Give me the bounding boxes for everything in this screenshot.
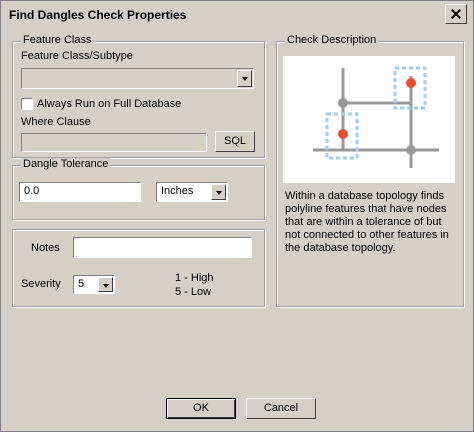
notes-input[interactable] xyxy=(73,237,252,258)
dangle-tolerance-group-label: Dangle Tolerance xyxy=(21,158,111,170)
always-run-checkbox[interactable] xyxy=(21,98,33,110)
chevron-down-icon xyxy=(216,191,222,195)
severity-dropdown[interactable]: 5 xyxy=(73,275,115,294)
close-button[interactable] xyxy=(445,4,467,24)
title-bar[interactable]: Find Dangles Check Properties xyxy=(1,1,473,28)
feature-class-group-label: Feature Class xyxy=(21,34,94,46)
check-description-text: Within a database topology finds polylin… xyxy=(285,190,449,254)
severity-high-legend: 1 - High xyxy=(175,272,214,284)
feature-class-subtype-dropdown[interactable] xyxy=(21,68,254,89)
notes-label: Notes xyxy=(31,242,60,254)
where-clause-label: Where Clause xyxy=(21,116,91,128)
dialog-window: Find Dangles Check Properties Feature Cl… xyxy=(0,0,474,432)
unit-dropdown-button[interactable] xyxy=(211,184,226,200)
where-clause-field[interactable] xyxy=(21,133,207,152)
severity-value: 5 xyxy=(78,278,85,290)
check-description-group-label: Check Description xyxy=(285,34,379,46)
ok-button[interactable]: OK xyxy=(166,398,236,419)
severity-dropdown-button[interactable] xyxy=(98,277,113,292)
dangle-tolerance-group: Dangle Tolerance 0.0 Inches xyxy=(12,158,265,220)
dangle-diagram-icon xyxy=(313,66,439,168)
chevron-down-icon xyxy=(103,284,109,288)
always-run-label[interactable]: Always Run on Full Database xyxy=(37,98,181,110)
dangle-tolerance-input[interactable]: 0.0 xyxy=(19,182,141,202)
sql-button-label: SQL xyxy=(223,135,246,147)
sql-button[interactable]: SQL xyxy=(215,131,255,152)
feature-class-subtype-dropdown-button[interactable] xyxy=(237,70,252,87)
severity-label: Severity xyxy=(21,278,61,290)
feature-class-group: Feature Class Feature Class/Subtype Alwa… xyxy=(12,34,265,158)
notes-severity-group: Notes Severity 5 1 - High 5 - Low xyxy=(12,229,265,307)
cancel-button-label: Cancel xyxy=(263,402,299,414)
severity-low-legend: 5 - Low xyxy=(175,286,212,298)
cancel-button[interactable]: Cancel xyxy=(246,398,316,419)
dangle-tolerance-value: 0.0 xyxy=(24,185,40,197)
window-title: Find Dangles Check Properties xyxy=(9,8,187,22)
feature-class-subtype-label: Feature Class/Subtype xyxy=(21,50,133,62)
check-description-illustration xyxy=(283,56,455,183)
dangle-tolerance-unit-dropdown[interactable]: Inches xyxy=(156,182,228,202)
check-description-group: Check Description Within a database topo… xyxy=(276,34,464,307)
chevron-down-icon xyxy=(242,77,248,81)
dangle-tolerance-unit-value: Inches xyxy=(161,185,194,197)
ok-button-label: OK xyxy=(193,402,209,414)
